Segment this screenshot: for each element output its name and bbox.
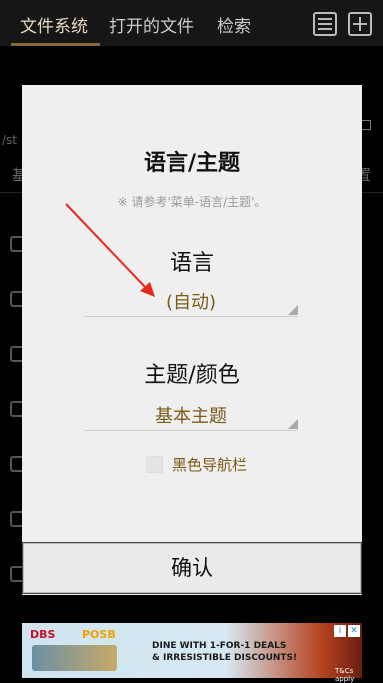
ad-banner[interactable]: DBS POSB DINE WITH 1-FOR-1 DEALS & IRRES… [22, 623, 362, 683]
ad-brand-posb: POSB [82, 628, 116, 641]
ad-tnc: T&Cs apply [335, 667, 355, 683]
ad-headline-1: DINE WITH 1-FOR-1 DEALS [152, 641, 287, 651]
ad-cards-image [32, 645, 117, 671]
ad-brand-dbs: DBS [30, 628, 56, 641]
ad-close-icon[interactable]: ✕ [348, 625, 360, 637]
annotation-arrow-icon [65, 203, 155, 297]
ad-headline-2: & IRRESISTIBLE DISCOUNTS! [152, 653, 298, 663]
ad-info-icon[interactable]: i [334, 625, 346, 637]
